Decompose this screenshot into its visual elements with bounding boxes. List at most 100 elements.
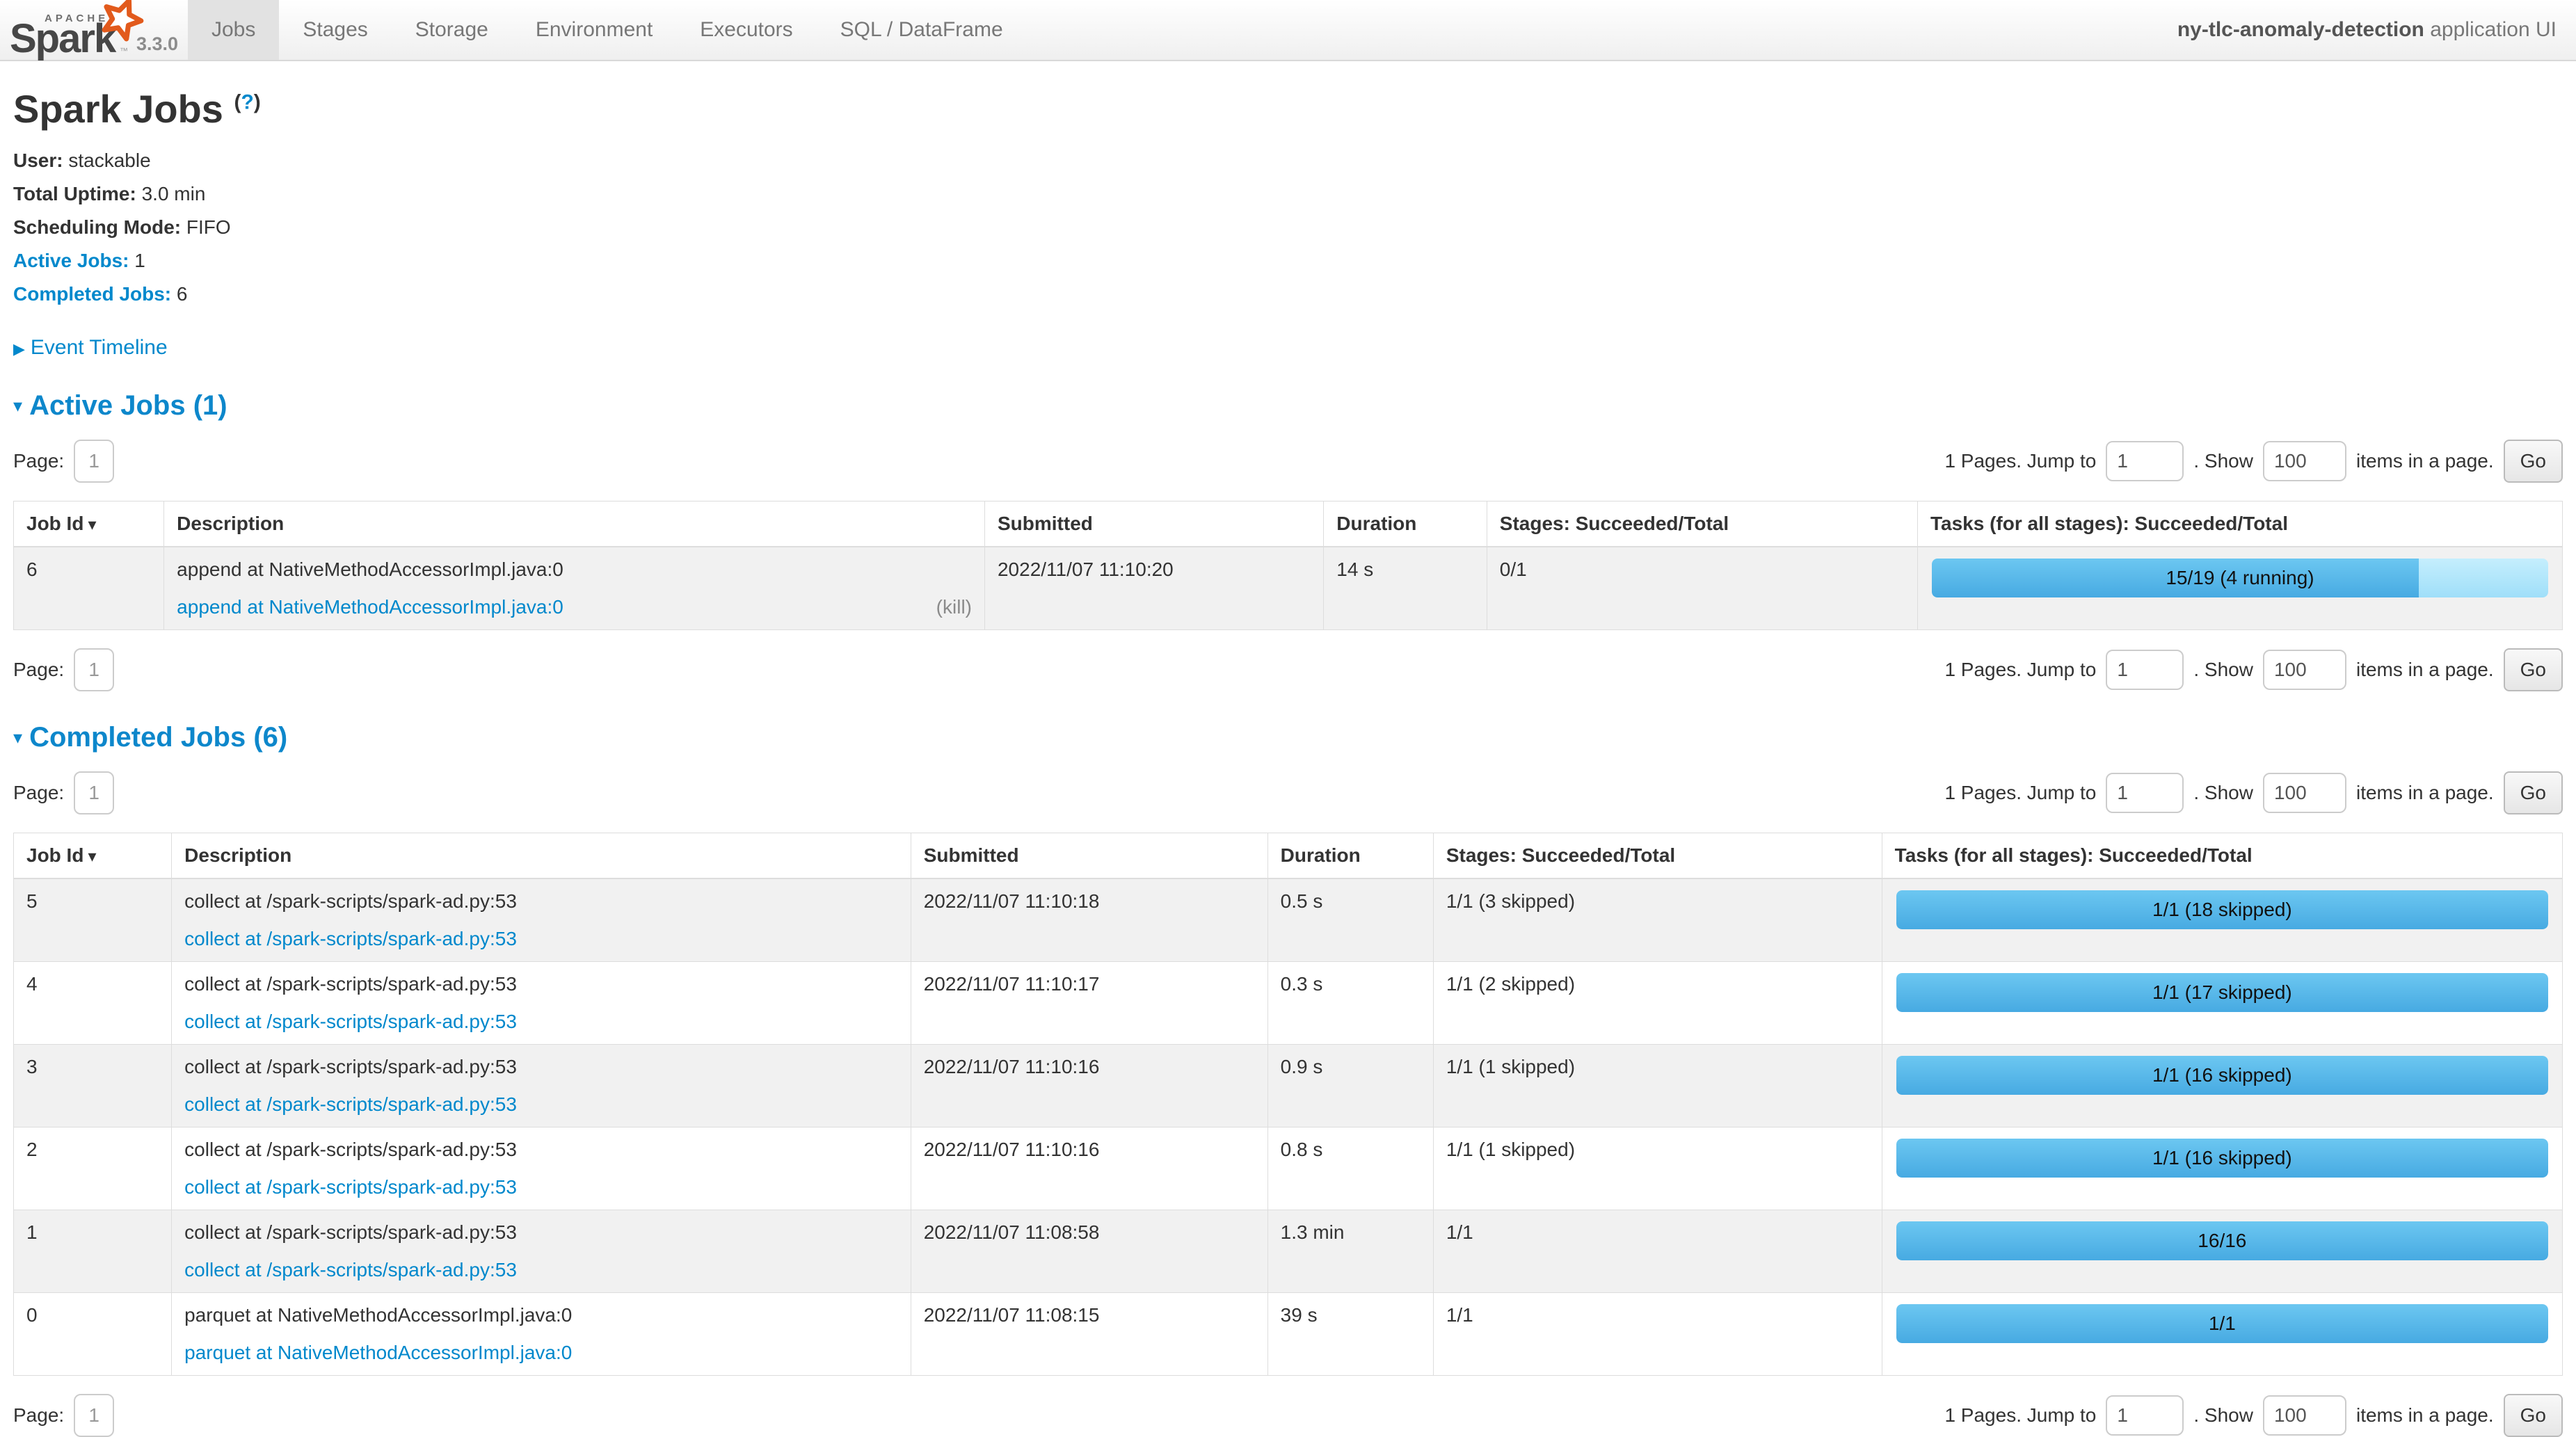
job-row-4: 4 collect at /spark-scripts/spark-ad.py:5…	[14, 962, 2563, 1045]
tasks-cell: 1/1	[1882, 1293, 2562, 1376]
duration-cell: 0.3 s	[1267, 962, 1433, 1045]
submitted-cell: 2022/11/07 11:10:17	[911, 962, 1267, 1045]
job-description-cell: collect at /spark-scripts/spark-ad.py:53…	[172, 1210, 911, 1293]
column-header-duration[interactable]: Duration	[1324, 501, 1487, 547]
tasks-cell: 16/16	[1882, 1210, 2562, 1293]
current-page-box[interactable]: 1	[74, 648, 114, 691]
summary-user: User: stackable	[13, 150, 2563, 172]
job-row-6: 6 append at NativeMethodAccessorImpl.java…	[14, 547, 2563, 630]
show-items-input[interactable]	[2263, 441, 2346, 481]
summary-completed-jobs: Completed Jobs: 6	[13, 283, 2563, 305]
jump-to-input[interactable]	[2106, 773, 2184, 813]
completed-jobs-link[interactable]: Completed Jobs:	[13, 283, 171, 305]
show-text: . Show	[2193, 659, 2253, 681]
job-detail-link[interactable]: collect at /spark-scripts/spark-ad.py:53	[184, 1259, 517, 1281]
progress-label: 1/1 (16 skipped)	[1896, 1139, 2548, 1178]
active-jobs-link[interactable]: Active Jobs:	[13, 250, 129, 271]
column-header-tasks[interactable]: Tasks (for all stages): Succeeded/Total	[1882, 833, 2562, 879]
event-timeline-label: Event Timeline	[31, 336, 168, 359]
go-button[interactable]: Go	[2504, 440, 2563, 483]
help-link[interactable]: ?	[241, 90, 253, 113]
job-detail-link[interactable]: parquet at NativeMethodAccessorImpl.java…	[184, 1342, 572, 1363]
duration-cell: 0.5 s	[1267, 878, 1433, 962]
go-button[interactable]: Go	[2504, 1394, 2563, 1437]
event-timeline-toggle[interactable]: ▶Event Timeline	[13, 336, 2563, 360]
column-header-label: Stages: Succeeded/Total	[1446, 844, 1675, 866]
pagination-bar: Page: 1 1 Pages. Jump to . Show items in…	[13, 771, 2563, 814]
active-jobs-section-toggle[interactable]: ▾Active Jobs (1)	[13, 390, 2563, 422]
show-items-input[interactable]	[2263, 1395, 2346, 1436]
job-id-cell: 2	[14, 1127, 172, 1210]
tab-executors[interactable]: Executors	[676, 0, 816, 60]
stages-cell: 1/1 (2 skipped)	[1433, 962, 1882, 1045]
tasks-cell: 1/1 (18 skipped)	[1882, 878, 2562, 962]
column-header-description[interactable]: Description	[164, 501, 985, 547]
summary-scheduling-mode: Scheduling Mode: FIFO	[13, 216, 2563, 239]
tab-jobs[interactable]: Jobs	[188, 0, 279, 60]
go-button[interactable]: Go	[2504, 648, 2563, 691]
column-header-submitted[interactable]: Submitted	[984, 501, 1323, 547]
page-label: Page:	[13, 450, 64, 472]
tab-environment[interactable]: Environment	[512, 0, 676, 60]
collapse-down-icon: ▾	[13, 395, 22, 416]
nav-tabs: JobsStagesStorageEnvironmentExecutorsSQL…	[188, 0, 2177, 60]
column-header-label: Tasks (for all stages): Succeeded/Total	[1930, 513, 2288, 534]
show-items-input[interactable]	[2263, 650, 2346, 690]
kill-job-link[interactable]: (kill)	[936, 596, 972, 618]
stages-cell: 1/1 (3 skipped)	[1433, 878, 1882, 962]
job-description-text: collect at /spark-scripts/spark-ad.py:53	[184, 1056, 898, 1078]
submitted-cell: 2022/11/07 11:08:15	[911, 1293, 1267, 1376]
column-header-label: Job Id	[26, 844, 83, 866]
job-detail-link[interactable]: collect at /spark-scripts/spark-ad.py:53	[184, 1176, 517, 1198]
job-description-cell: collect at /spark-scripts/spark-ad.py:53…	[172, 878, 911, 962]
current-page-box[interactable]: 1	[74, 440, 114, 483]
column-header-stages[interactable]: Stages: Succeeded/Total	[1433, 833, 1882, 879]
column-header-duration[interactable]: Duration	[1267, 833, 1433, 879]
progress-label: 16/16	[1896, 1221, 2548, 1260]
job-detail-link[interactable]: collect at /spark-scripts/spark-ad.py:53	[184, 1093, 517, 1115]
tab-sql-dataframe[interactable]: SQL / DataFrame	[817, 0, 1027, 60]
job-id-cell: 3	[14, 1045, 172, 1127]
tasks-cell: 15/19 (4 running)	[1917, 547, 2562, 630]
job-id-cell: 0	[14, 1293, 172, 1376]
current-page-box[interactable]: 1	[74, 771, 114, 814]
progress-label: 1/1 (16 skipped)	[1896, 1056, 2548, 1095]
tasks-cell: 1/1 (16 skipped)	[1882, 1127, 2562, 1210]
column-header-tasks[interactable]: Tasks (for all stages): Succeeded/Total	[1917, 501, 2562, 547]
column-header-submitted[interactable]: Submitted	[911, 833, 1267, 879]
job-summary-list: User: stackable Total Uptime: 3.0 min Sc…	[13, 150, 2563, 305]
job-description-cell: parquet at NativeMethodAccessorImpl.java…	[172, 1293, 911, 1376]
show-items-input[interactable]	[2263, 773, 2346, 813]
submitted-cell: 2022/11/07 11:10:16	[911, 1127, 1267, 1210]
tab-stages[interactable]: Stages	[279, 0, 391, 60]
go-button[interactable]: Go	[2504, 771, 2563, 814]
jump-to-input[interactable]	[2106, 1395, 2184, 1436]
column-header-job[interactable]: Job Id ▾	[14, 833, 172, 879]
sort-desc-icon: ▾	[88, 847, 96, 866]
completed-jobs-section-toggle[interactable]: ▾Completed Jobs (6)	[13, 722, 2563, 753]
job-description-text: collect at /spark-scripts/spark-ad.py:53	[184, 890, 898, 913]
column-header-label: Description	[184, 844, 291, 866]
jump-to-input[interactable]	[2106, 650, 2184, 690]
job-id-cell: 4	[14, 962, 172, 1045]
jump-to-input[interactable]	[2106, 441, 2184, 481]
job-detail-link[interactable]: collect at /spark-scripts/spark-ad.py:53	[184, 1011, 517, 1032]
job-detail-link[interactable]: collect at /spark-scripts/spark-ad.py:53	[184, 928, 517, 949]
job-id-cell: 6	[14, 547, 164, 630]
current-page-box[interactable]: 1	[74, 1394, 114, 1437]
stages-cell: 0/1	[1487, 547, 1917, 630]
scheduling-mode-value: FIFO	[186, 216, 231, 238]
scheduling-mode-label: Scheduling Mode:	[13, 216, 181, 238]
column-header-description[interactable]: Description	[172, 833, 911, 879]
job-description-text: parquet at NativeMethodAccessorImpl.java…	[184, 1304, 898, 1326]
pagination-bar: Page: 1 1 Pages. Jump to . Show items in…	[13, 648, 2563, 691]
items-in-page-text: items in a page.	[2356, 782, 2494, 804]
column-header-job[interactable]: Job Id▾	[14, 501, 164, 547]
duration-cell: 14 s	[1324, 547, 1487, 630]
stages-cell: 1/1 (1 skipped)	[1433, 1127, 1882, 1210]
job-detail-link[interactable]: append at NativeMethodAccessorImpl.java:…	[177, 596, 563, 618]
tab-storage[interactable]: Storage	[392, 0, 512, 60]
submitted-cell: 2022/11/07 11:10:16	[911, 1045, 1267, 1127]
column-header-stages[interactable]: Stages: Succeeded/Total	[1487, 501, 1917, 547]
summary-uptime: Total Uptime: 3.0 min	[13, 183, 2563, 205]
